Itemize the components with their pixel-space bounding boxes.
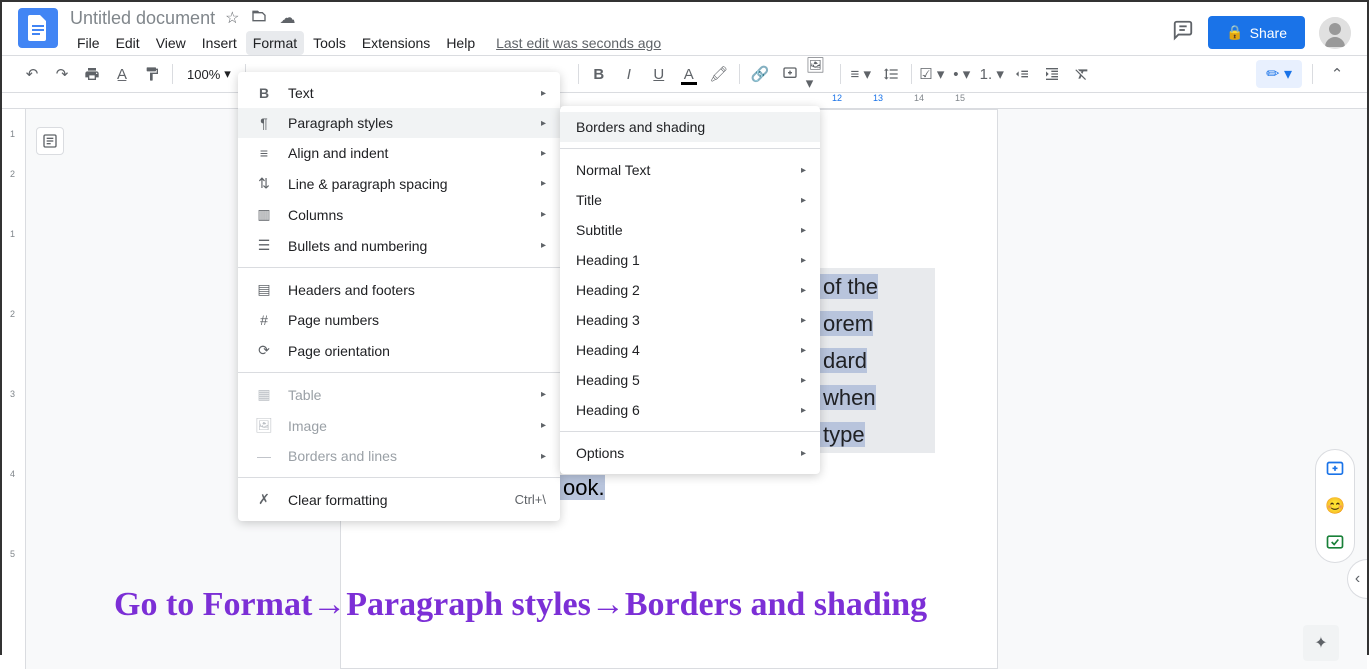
submenu-item-borders-shading[interactable]: Borders and shading bbox=[560, 112, 820, 142]
menu-item-line-spacing[interactable]: ⇅Line & paragraph spacing▸ bbox=[238, 168, 560, 199]
menu-insert[interactable]: Insert bbox=[195, 31, 244, 55]
bold-icon: B bbox=[254, 85, 274, 101]
menu-item-page-numbers[interactable]: #Page numbers bbox=[238, 305, 560, 335]
submenu-item-title[interactable]: Title▸ bbox=[560, 185, 820, 215]
undo-icon[interactable]: ↶ bbox=[18, 60, 46, 88]
menu-item-clear-formatting[interactable]: ✗Clear formattingCtrl+\ bbox=[238, 484, 560, 515]
page-number-icon: # bbox=[254, 312, 274, 328]
clear-format-icon: ✗ bbox=[254, 491, 274, 508]
side-panel-toggle[interactable]: ‹ bbox=[1347, 559, 1367, 599]
text-color-icon[interactable]: A bbox=[675, 60, 703, 88]
decrease-indent-icon[interactable] bbox=[1008, 60, 1036, 88]
star-icon[interactable]: ☆ bbox=[225, 8, 239, 29]
cloud-icon[interactable]: ☁ bbox=[279, 8, 295, 29]
underline-icon[interactable]: U bbox=[645, 60, 673, 88]
menu-item-paragraph-styles[interactable]: ¶Paragraph styles▸ bbox=[238, 108, 560, 138]
numbered-list-icon[interactable]: 1. ▾ bbox=[978, 60, 1006, 88]
submenu-item-heading-1[interactable]: Heading 1▸ bbox=[560, 245, 820, 275]
menu-help[interactable]: Help bbox=[439, 31, 482, 55]
share-button[interactable]: 🔒 Share bbox=[1208, 16, 1305, 49]
insert-image-icon[interactable]: 🖼 ▾ bbox=[806, 60, 834, 88]
header-footer-icon: ▤ bbox=[254, 281, 274, 298]
highlight-icon[interactable]: 🖍 bbox=[705, 60, 733, 88]
submenu-item-heading-4[interactable]: Heading 4▸ bbox=[560, 335, 820, 365]
submenu-item-heading-5[interactable]: Heading 5▸ bbox=[560, 365, 820, 395]
submenu-item-normal-text[interactable]: Normal Text▸ bbox=[560, 155, 820, 185]
line-spacing-icon: ⇅ bbox=[254, 175, 274, 192]
checklist-icon[interactable]: ☑ ▾ bbox=[918, 60, 946, 88]
submenu-item-heading-2[interactable]: Heading 2▸ bbox=[560, 275, 820, 305]
menu-item-image: 🖼Image▸ bbox=[238, 410, 560, 441]
menu-item-columns[interactable]: ▥Columns▸ bbox=[238, 199, 560, 230]
submenu-item-heading-6[interactable]: Heading 6▸ bbox=[560, 395, 820, 425]
ruler-vertical[interactable]: 1 2 1 2 3 4 5 bbox=[2, 109, 26, 669]
editing-mode-button[interactable]: ✏ ▾ bbox=[1256, 60, 1302, 88]
tutorial-annotation: Go to Format→Paragraph styles→Borders an… bbox=[114, 586, 927, 624]
toolbar: ↶ ↷ A̲ 100% ▾ B I U A 🖍 🔗 🖼 ▾ ≡ ▾ ☑ ▾ • … bbox=[2, 55, 1367, 93]
menu-extensions[interactable]: Extensions bbox=[355, 31, 437, 55]
image-icon: 🖼 bbox=[254, 417, 274, 434]
columns-icon: ▥ bbox=[254, 206, 274, 223]
paint-format-icon[interactable] bbox=[138, 60, 166, 88]
menu-bar: File Edit View Insert Format Tools Exten… bbox=[70, 31, 1172, 55]
zoom-select[interactable]: 100% ▾ bbox=[179, 66, 239, 82]
paragraph-styles-submenu: Borders and shading Normal Text▸ Title▸ … bbox=[560, 106, 820, 474]
menu-view[interactable]: View bbox=[149, 31, 193, 55]
menu-format[interactable]: Format bbox=[246, 31, 304, 55]
last-edit-link[interactable]: Last edit was seconds ago bbox=[496, 31, 661, 55]
bold-icon[interactable]: B bbox=[585, 60, 613, 88]
menu-item-headers-footers[interactable]: ▤Headers and footers bbox=[238, 274, 560, 305]
line-spacing-icon[interactable] bbox=[877, 60, 905, 88]
spellcheck-icon[interactable]: A̲ bbox=[108, 60, 136, 88]
orientation-icon: ⟳ bbox=[254, 342, 274, 359]
lock-icon: 🔒 bbox=[1226, 24, 1243, 41]
format-menu-dropdown: BText▸ ¶Paragraph styles▸ ≡Align and ind… bbox=[238, 72, 560, 521]
menu-item-bullets-numbering[interactable]: ☰Bullets and numbering▸ bbox=[238, 230, 560, 261]
increase-indent-icon[interactable] bbox=[1038, 60, 1066, 88]
comment-history-icon[interactable] bbox=[1172, 19, 1194, 47]
print-icon[interactable] bbox=[78, 60, 106, 88]
menu-item-table: ▦Table▸ bbox=[238, 379, 560, 410]
menu-item-page-orientation[interactable]: ⟳Page orientation bbox=[238, 335, 560, 366]
explore-button[interactable]: ✦ bbox=[1303, 625, 1339, 661]
menu-edit[interactable]: Edit bbox=[109, 31, 147, 55]
list-icon: ☰ bbox=[254, 237, 274, 254]
add-comment-icon[interactable] bbox=[776, 60, 804, 88]
title-area: Untitled document ☆ ☁ File Edit View Ins… bbox=[70, 8, 1172, 55]
clear-formatting-icon[interactable] bbox=[1068, 60, 1096, 88]
submenu-item-heading-3[interactable]: Heading 3▸ bbox=[560, 305, 820, 335]
align-icon[interactable]: ≡ ▾ bbox=[847, 60, 875, 88]
submenu-item-subtitle[interactable]: Subtitle▸ bbox=[560, 215, 820, 245]
share-label: Share bbox=[1250, 25, 1287, 41]
link-icon[interactable]: 🔗 bbox=[746, 60, 774, 88]
docs-app-icon[interactable] bbox=[18, 8, 58, 48]
avatar[interactable] bbox=[1319, 17, 1351, 49]
header: Untitled document ☆ ☁ File Edit View Ins… bbox=[2, 2, 1367, 55]
emoji-reaction-icon[interactable]: 😊 bbox=[1323, 494, 1347, 518]
menu-item-text[interactable]: BText▸ bbox=[238, 78, 560, 108]
move-icon[interactable] bbox=[251, 8, 267, 29]
menu-item-borders-lines: —Borders and lines▸ bbox=[238, 441, 560, 471]
border-icon: — bbox=[254, 448, 274, 464]
menu-tools[interactable]: Tools bbox=[306, 31, 353, 55]
table-icon: ▦ bbox=[254, 386, 274, 403]
menu-file[interactable]: File bbox=[70, 31, 107, 55]
suggest-edit-icon[interactable] bbox=[1323, 530, 1347, 554]
document-title[interactable]: Untitled document bbox=[70, 8, 215, 29]
italic-icon[interactable]: I bbox=[615, 60, 643, 88]
collapse-toolbar-icon[interactable]: ⌃ bbox=[1323, 60, 1351, 88]
outline-toggle-button[interactable] bbox=[36, 127, 64, 155]
bulleted-list-icon[interactable]: • ▾ bbox=[948, 60, 976, 88]
menu-item-align-indent[interactable]: ≡Align and indent▸ bbox=[238, 138, 560, 168]
add-comment-action-icon[interactable] bbox=[1323, 458, 1347, 482]
redo-icon[interactable]: ↷ bbox=[48, 60, 76, 88]
align-icon: ≡ bbox=[254, 145, 274, 161]
contextual-action-bar: 😊 bbox=[1315, 449, 1355, 563]
paragraph-icon: ¶ bbox=[254, 115, 274, 131]
submenu-item-options[interactable]: Options▸ bbox=[560, 438, 820, 468]
